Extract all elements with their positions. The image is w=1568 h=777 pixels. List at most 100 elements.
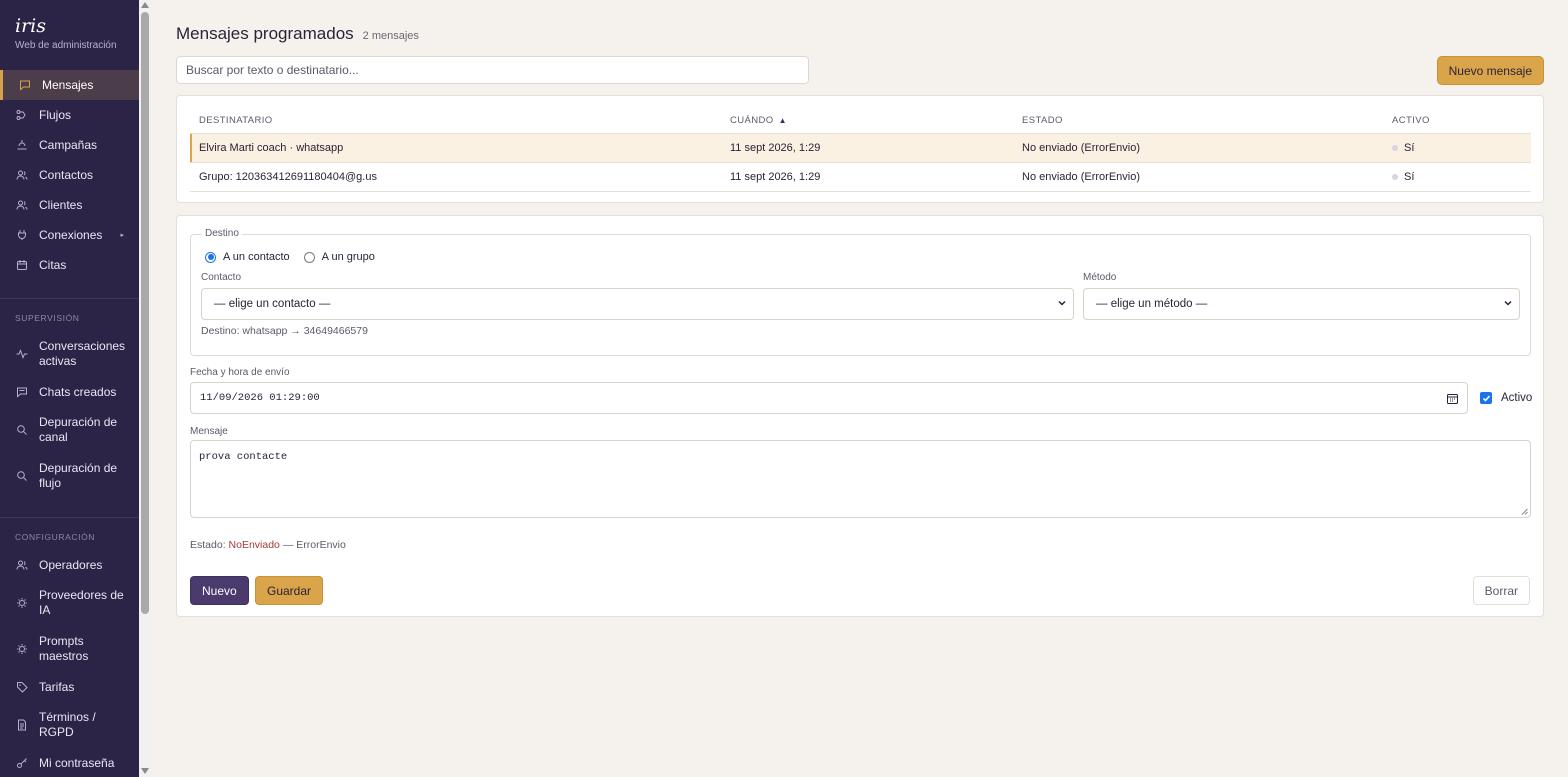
calendar-picker-icon[interactable] (1447, 393, 1458, 404)
flow-icon (15, 108, 29, 122)
section-title-configuracion: CONFIGURACIÓN (0, 517, 139, 542)
sidebar-item-chats-creados[interactable]: Chats creados (0, 377, 139, 407)
cell-when: 11 sept 2026, 1:29 (721, 133, 1013, 163)
search-icon (15, 469, 29, 483)
sidebar-item-operadores[interactable]: Operadores (0, 550, 139, 580)
cell-status: No enviado (ErrorEnvio) (1013, 162, 1383, 192)
message-textarea[interactable]: prova contacte (190, 440, 1531, 518)
sidebar-item-label: Mensajes (42, 77, 94, 92)
column-header-status[interactable]: ESTADO (1013, 108, 1383, 134)
sidebar-item-label: Conexiones (39, 227, 103, 242)
datetime-input[interactable]: 11/09/2026 01:29:00 (190, 382, 1468, 414)
destino-info: Destino: whatsapp → 34649466579 (201, 325, 368, 337)
cell-when: 11 sept 2026, 1:29 (721, 162, 1013, 192)
datetime-label: Fecha y hora de envío (190, 367, 290, 378)
column-header-recipient[interactable]: DESTINATARIO (190, 108, 721, 134)
new-button[interactable]: Nuevo (190, 576, 249, 605)
radio-contact[interactable]: A un contacto (205, 251, 290, 263)
chip-icon (15, 642, 29, 656)
table-row[interactable]: Elvira Marti coach · whatsapp 11 sept 20… (190, 133, 1531, 163)
sidebar-item-conversaciones-activas[interactable]: Conversaciones activas (0, 331, 139, 377)
radio-group-control[interactable] (303, 251, 315, 263)
new-message-button[interactable]: Nuevo mensaje (1436, 56, 1544, 85)
sidebar-item-mensajes[interactable]: Mensajes (0, 70, 139, 100)
table-row[interactable]: Grupo: 120363412691180404@g.us 11 sept 2… (190, 162, 1531, 192)
chevron-down-icon (1058, 300, 1066, 306)
sidebar-item-label: Campañas (39, 137, 98, 152)
messages-table-card: DESTINATARIO CUÁNDO ▲ ESTADO ACTIVO Elvir… (176, 95, 1544, 203)
sidebar-scrollbar[interactable] (139, 0, 151, 777)
sidebar-item-depuracion-canal[interactable]: Depuración de canal (0, 407, 139, 453)
chat-icon (15, 385, 29, 399)
destino-legend: Destino (202, 228, 242, 239)
message-icon (18, 78, 32, 92)
sidebar-item-label: Depuración de flujo (39, 461, 118, 490)
chevron-down-icon (1504, 300, 1512, 306)
sidebar-item-label: Chats creados (39, 384, 117, 399)
method-label: Método (1083, 272, 1117, 283)
calendar-icon (15, 258, 29, 272)
active-checkbox-control[interactable] (1480, 392, 1492, 404)
method-select[interactable]: — elige un método — (1083, 288, 1520, 320)
sidebar-item-mi-contrasena[interactable]: Mi contraseña (0, 748, 139, 777)
tag-icon (15, 680, 29, 694)
column-header-active[interactable]: ACTIVO (1383, 108, 1531, 134)
brand-subtitle: Web de administración (15, 40, 117, 51)
sidebar-item-campanas[interactable]: Campañas (0, 130, 139, 160)
sidebar-item-label: Clientes (39, 197, 83, 212)
radio-group[interactable]: A un grupo (303, 251, 375, 263)
key-icon (15, 756, 29, 770)
sidebar-item-flujos[interactable]: Flujos (0, 100, 139, 130)
chevron-right-icon: ▸ (120, 232, 124, 239)
scroll-up-icon[interactable] (141, 2, 149, 8)
message-label: Mensaje (190, 426, 228, 437)
search-input[interactable] (176, 56, 809, 84)
sidebar-item-proveedores-ia[interactable]: Proveedores de IA (0, 580, 139, 626)
chip-icon (15, 596, 29, 610)
save-button[interactable]: Guardar (255, 576, 324, 605)
sidebar-item-depuracion-flujo[interactable]: Depuración de flujo (0, 453, 139, 499)
contacts-icon (15, 168, 29, 182)
sidebar-item-label: Mi contraseña (39, 755, 115, 770)
sidebar-item-label: Términos / RGPD (39, 710, 96, 739)
users-icon (15, 558, 29, 572)
page-header: Mensajes programados 2 mensajes (176, 24, 419, 44)
cell-active: Sí (1383, 162, 1531, 192)
sidebar-item-citas[interactable]: Citas (0, 250, 139, 280)
activity-icon (15, 347, 29, 361)
table-header-row: DESTINATARIO CUÁNDO ▲ ESTADO ACTIVO (190, 108, 1531, 134)
cell-active: Sí (1383, 133, 1531, 163)
radio-contact-control[interactable] (205, 251, 216, 263)
sidebar-item-conexiones[interactable]: Conexiones ▸ (0, 220, 139, 250)
scroll-down-icon[interactable] (141, 768, 149, 774)
message-form-card: Destino A un contacto A un grupo Contact… (176, 215, 1544, 617)
resize-grip-icon[interactable] (1521, 508, 1528, 515)
active-dot-icon (1392, 173, 1398, 180)
cell-status: No enviado (ErrorEnvio) (1013, 133, 1383, 163)
check-icon (1482, 394, 1490, 402)
active-checkbox[interactable]: Activo (1480, 392, 1532, 404)
sidebar-item-contactos[interactable]: Contactos (0, 160, 139, 190)
sidebar-item-terminos-rgpd[interactable]: Términos / RGPD (0, 702, 139, 748)
sidebar-item-prompts-maestros[interactable]: Prompts maestros (0, 626, 139, 672)
page-title: Mensajes programados (176, 24, 354, 43)
sidebar-item-label: Depuración de canal (39, 415, 118, 444)
active-dot-icon (1392, 144, 1398, 151)
contact-label: Contacto (201, 272, 242, 283)
sidebar-item-tarifas[interactable]: Tarifas (0, 672, 139, 702)
sidebar-item-label: Prompts maestros (39, 634, 89, 663)
contact-select[interactable]: — elige un contacto — (201, 288, 1074, 320)
destino-radio-group: A un contacto A un grupo (205, 251, 389, 263)
sidebar-item-label: Tarifas (39, 679, 75, 694)
column-header-when[interactable]: CUÁNDO ▲ (721, 108, 1013, 134)
brand: iris Web de administración (0, 0, 139, 70)
destino-fieldset: Destino A un contacto A un grupo Contact… (190, 228, 1531, 356)
sidebar-item-clientes[interactable]: Clientes (0, 190, 139, 220)
document-icon (15, 718, 29, 732)
message-count: 2 mensajes (362, 30, 419, 42)
sidebar-item-label: Contactos (39, 167, 94, 182)
scroll-thumb[interactable] (141, 12, 149, 614)
plug-icon (15, 228, 29, 242)
sidebar-item-label: Conversaciones activas (39, 339, 126, 368)
delete-button[interactable]: Borrar (1472, 576, 1530, 605)
